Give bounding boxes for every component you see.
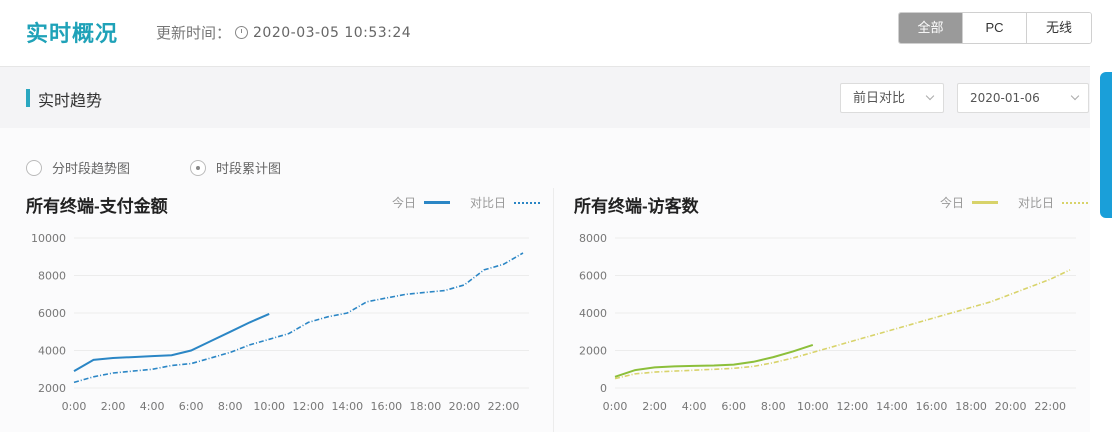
- radio-label: 时段累计图: [216, 161, 282, 176]
- x-tick-label: 20:00: [449, 400, 481, 413]
- y-tick-label: 8000: [38, 270, 66, 283]
- date-select[interactable]: 2020-01-06: [957, 83, 1089, 113]
- y-tick-label: 8000: [579, 232, 607, 245]
- compare-select-value: 前日对比: [853, 90, 906, 105]
- chevron-down-icon: [925, 91, 935, 101]
- x-tick-label: 12:00: [837, 400, 869, 413]
- x-tick-label: 18:00: [955, 400, 987, 413]
- x-tick-label: 6:00: [721, 400, 746, 413]
- date-select-value: 2020-01-06: [970, 91, 1040, 105]
- x-tick-label: 0:00: [62, 400, 87, 413]
- x-tick-label: 0:00: [603, 400, 628, 413]
- legend-label: 对比日: [1018, 196, 1055, 210]
- x-tick-label: 16:00: [916, 400, 948, 413]
- chart-mode-radios: 分时段趋势图 时段累计图: [26, 158, 341, 177]
- y-tick-label: 10000: [31, 232, 66, 245]
- tab-pc[interactable]: PC: [963, 13, 1027, 43]
- chart-payment-amount: 2000 4000 6000 8000 10000 0:00 2:00 4:00 6:00 8:0…: [31, 232, 529, 413]
- legend-label: 今日: [940, 196, 965, 210]
- radio-cumulative[interactable]: [190, 159, 207, 176]
- x-tick-label: 10:00: [797, 400, 829, 413]
- compare-select[interactable]: 前日对比: [840, 83, 944, 113]
- section-accent-bar: [26, 89, 30, 107]
- x-tick-label: 2:00: [642, 400, 667, 413]
- x-tick-label: 10:00: [253, 400, 285, 413]
- content-area: 分时段趋势图 时段累计图 所有终端-支付金额 今日 对比日 所有终端-访客数 今…: [0, 128, 1090, 432]
- page-title: 实时概况: [26, 21, 119, 46]
- radio-label: 分时段趋势图: [52, 161, 131, 176]
- x-tick-label: 4:00: [682, 400, 707, 413]
- y-tick-label: 4000: [38, 345, 66, 358]
- y-tick-label: 6000: [579, 270, 607, 283]
- chart-title-visitors: 所有终端-访客数: [574, 197, 699, 216]
- series-line-compare: [614, 269, 1071, 380]
- x-tick-label: 18:00: [410, 400, 442, 413]
- legend-payment: 今日 对比日: [392, 194, 541, 211]
- x-tick-label: 22:00: [1034, 400, 1066, 413]
- clock-icon: [235, 26, 249, 39]
- legend-swatch: [972, 201, 999, 204]
- legend-swatch: [424, 201, 451, 204]
- update-time: 更新时间： 2020-03-05 10:53:24: [156, 22, 411, 43]
- legend-label: 对比日: [470, 196, 507, 210]
- tab-wireless[interactable]: 无线: [1027, 13, 1091, 43]
- x-tick-label: 6:00: [179, 400, 204, 413]
- series-line-compare: [73, 252, 524, 384]
- series-line-today: [614, 343, 814, 378]
- x-tick-label: 20:00: [995, 400, 1027, 413]
- legend-swatch: [514, 201, 541, 204]
- chevron-down-icon: [1070, 91, 1080, 101]
- x-tick-label: 14:00: [331, 400, 363, 413]
- x-tick-label: 8:00: [761, 400, 786, 413]
- y-tick-label: 2000: [579, 345, 607, 358]
- terminal-tabs: 全部 PC 无线: [898, 12, 1092, 44]
- legend-swatch: [1062, 201, 1089, 204]
- radio-interval-trend[interactable]: [26, 159, 42, 176]
- trend-bar: 实时趋势 前日对比 2020-01-06: [0, 66, 1090, 128]
- legend-label: 今日: [392, 196, 417, 210]
- side-panel-tab[interactable]: [1100, 72, 1112, 218]
- tab-all[interactable]: 全部: [899, 13, 963, 43]
- y-tick-label: 4000: [579, 307, 607, 320]
- update-time-value: 2020-03-05 10:53:24: [253, 24, 412, 41]
- chart-title-payment: 所有终端-支付金额: [26, 197, 168, 216]
- legend-visitors: 今日 对比日: [940, 194, 1089, 211]
- chart-visitors: 0 2000 4000 6000 8000 0:00 2:00 4:00 6:00 8:00 10:…: [579, 232, 1076, 413]
- y-tick-label: 6000: [38, 307, 66, 320]
- x-tick-label: 4:00: [140, 400, 165, 413]
- series-line-today: [73, 312, 270, 372]
- y-tick-label: 0: [600, 382, 607, 395]
- x-tick-label: 16:00: [370, 400, 402, 413]
- section-title: 实时趋势: [38, 93, 103, 110]
- x-tick-label: 2:00: [101, 400, 126, 413]
- x-tick-label: 22:00: [488, 400, 520, 413]
- y-tick-label: 2000: [38, 382, 66, 395]
- x-tick-label: 12:00: [292, 400, 324, 413]
- x-tick-label: 14:00: [876, 400, 908, 413]
- x-tick-label: 8:00: [218, 400, 243, 413]
- header: 实时概况 更新时间： 2020-03-05 10:53:24 全部 PC 无线: [0, 0, 1112, 66]
- update-time-label: 更新时间：: [156, 25, 232, 42]
